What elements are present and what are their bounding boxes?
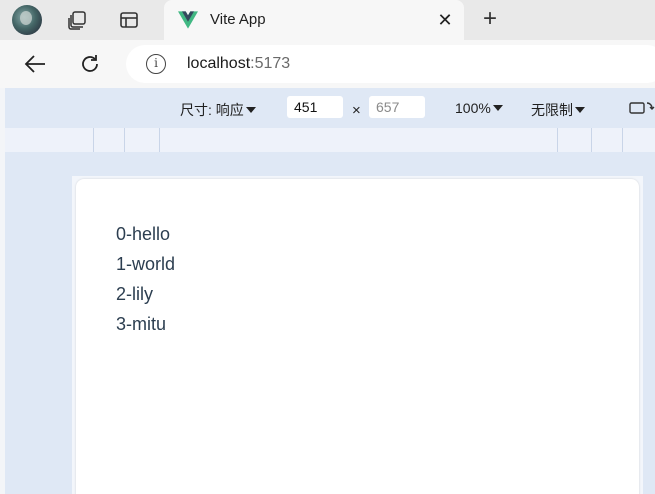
arrow-left-icon — [24, 55, 45, 73]
workspaces-icon[interactable] — [67, 10, 87, 30]
list-item: 0-hello — [116, 224, 171, 244]
ruler-divider — [124, 128, 125, 152]
url-text: localhost:5173 — [187, 55, 291, 72]
rotate-icon[interactable] — [629, 99, 655, 117]
back-button[interactable] — [22, 51, 48, 77]
reload-icon — [82, 55, 98, 72]
zoom-dropdown[interactable]: 100% — [455, 100, 503, 116]
device-toolbar: 尺寸: 响应 451 × 657 100% 无限制 — [5, 88, 655, 128]
profile-avatar[interactable] — [12, 5, 42, 35]
throttle-dropdown[interactable]: 无限制 — [531, 100, 585, 120]
height-input[interactable]: 657 — [369, 96, 425, 118]
close-tab-icon[interactable]: ✕ — [436, 10, 454, 30]
site-info-icon[interactable]: i — [146, 54, 166, 74]
browser-toolbar: i localhost:5173 — [0, 40, 655, 88]
times-sign: × — [352, 102, 361, 119]
width-input[interactable]: 451 — [287, 96, 343, 118]
list-item: 1-world — [116, 254, 176, 274]
ruler-divider — [93, 128, 94, 152]
ruler-divider — [159, 128, 160, 152]
list-item: 3-mitu — [116, 314, 167, 334]
address-bar[interactable]: i localhost:5173 — [126, 45, 655, 83]
ruler-divider — [557, 128, 558, 152]
tab-actions-icon[interactable] — [119, 10, 139, 30]
new-tab-button[interactable]: + — [478, 7, 502, 32]
emulated-page: 0-hello 1-world 2-lily 3-mitu — [76, 179, 639, 494]
item-list: 0-hello 1-world 2-lily 3-mitu — [116, 222, 175, 342]
tab-strip: Vite App ✕ + — [0, 0, 655, 40]
active-tab[interactable]: Vite App ✕ — [164, 0, 464, 40]
ruler-divider — [622, 128, 623, 152]
list-item: 2-lily — [116, 284, 154, 304]
tab-title: Vite App — [210, 11, 266, 28]
vue-logo-icon — [178, 11, 198, 29]
media-query-ruler[interactable] — [5, 128, 655, 152]
viewport-edge — [0, 88, 5, 494]
ruler-divider — [591, 128, 592, 152]
reload-button[interactable] — [77, 51, 103, 77]
dimensions-dropdown[interactable]: 尺寸: 响应 — [180, 100, 256, 120]
